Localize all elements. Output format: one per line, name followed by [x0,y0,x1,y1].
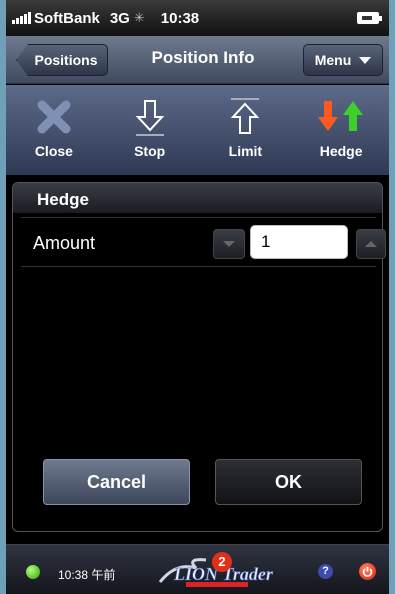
close-x-icon [36,97,72,137]
cancel-button[interactable]: Cancel [43,459,190,505]
bottom-time: 10:38 午前 [58,568,116,582]
activity-spinner-icon: ✳ [133,10,145,25]
hedge-arrows-icon [317,97,365,137]
phone-screen: SoftBank 3G ✳ 10:38 Positions Position I… [6,0,389,594]
status-time: 10:38 [160,9,200,27]
power-icon[interactable] [359,563,376,580]
network-type: 3G [109,9,130,27]
status-bar: SoftBank 3G ✳ 10:38 [6,0,389,36]
chevron-down-icon [359,56,372,64]
amount-row: Amount 1 [21,217,386,267]
signal-icon [12,12,31,24]
triangle-up-icon [365,241,377,247]
menu-button[interactable]: Menu [303,44,383,76]
logo-badge: 2 [212,552,232,572]
toolbar-close-button[interactable]: Close [6,85,102,175]
toolbar-close-label: Close [34,143,73,159]
carrier-name: SoftBank [34,9,100,27]
connection-status-icon [26,565,40,579]
ok-button[interactable]: OK [215,459,362,505]
triangle-down-icon [223,241,235,247]
toolbar-stop-label: Stop [134,143,166,159]
battery-icon [357,12,382,24]
lion-trader-logo: LION Trader 2 [156,552,284,588]
amount-decrement-button[interactable] [213,229,245,259]
bottom-status-bar: 10:38 午前 LION Trader 2 ? [6,544,389,594]
amount-input[interactable]: 1 [250,225,348,259]
help-icon[interactable]: ? [318,564,333,579]
back-button-positions[interactable]: Positions [16,44,108,76]
toolbar-limit-button[interactable]: Limit [198,85,294,175]
amount-increment-button[interactable] [356,229,386,259]
navigation-bar: Positions Position Info Menu [6,36,389,84]
page-title: Position Info [151,48,255,67]
hedge-dialog: Hedge Amount 1 Cancel OK [12,182,386,532]
amount-label: Amount [33,233,96,253]
action-toolbar: Close Stop Limit Hedge [6,85,389,175]
up-arrow-icon [227,97,263,137]
dialog-title: Hedge [13,183,382,213]
down-arrow-icon [132,97,168,137]
toolbar-stop-button[interactable]: Stop [102,85,198,175]
toolbar-hedge-label: Hedge [319,143,363,159]
toolbar-limit-label: Limit [228,143,263,159]
menu-button-label: Menu [314,52,352,68]
toolbar-hedge-button[interactable]: Hedge [293,85,389,175]
